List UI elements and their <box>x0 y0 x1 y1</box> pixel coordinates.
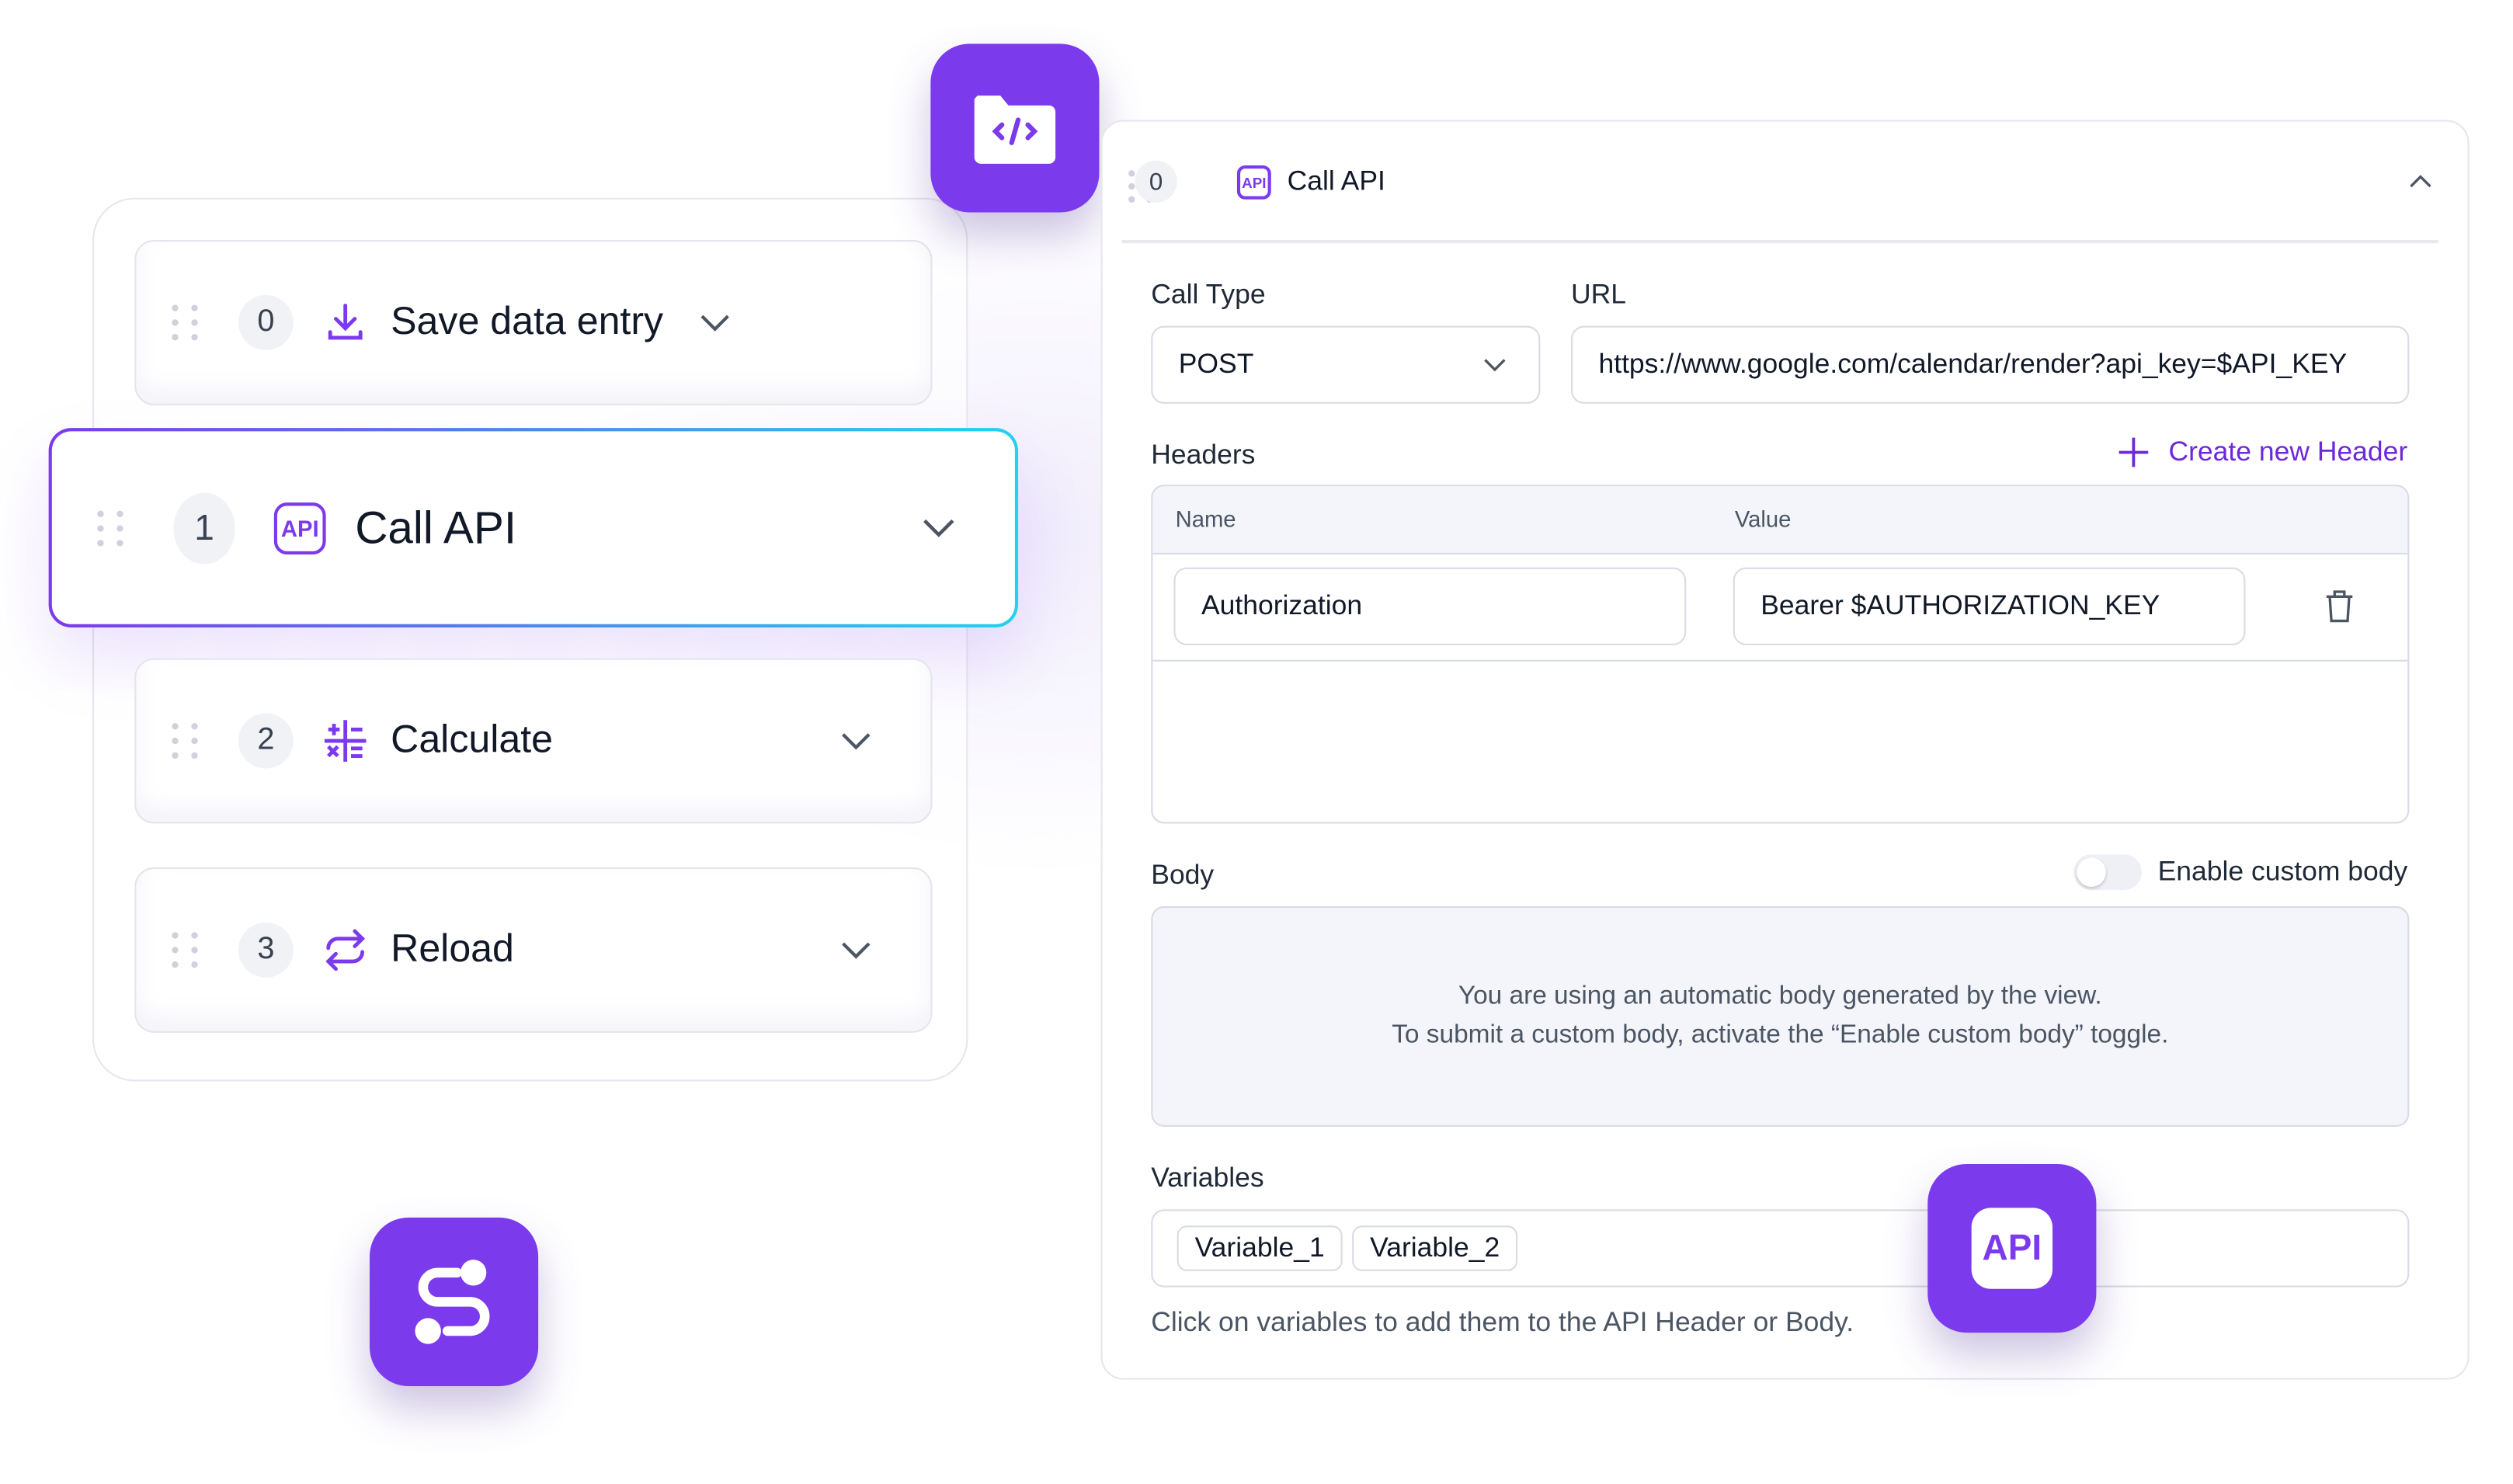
url-input[interactable]: https://www.google.com/calendar/render?a… <box>1570 325 2410 404</box>
toggle-switch[interactable] <box>2073 854 2142 891</box>
call-type-select[interactable]: POST <box>1151 325 1541 404</box>
chevron-down-icon[interactable] <box>839 732 872 751</box>
body-label: Body <box>1151 859 1215 891</box>
step-label: Save data entry <box>391 300 664 344</box>
calculator-icon <box>324 720 367 762</box>
chevron-down-icon[interactable] <box>699 313 732 332</box>
headers-label: Headers <box>1151 439 1256 471</box>
api-icon: API <box>1236 165 1271 200</box>
headers-table: Name Value Authorization Bearer $AUTHORI… <box>1151 485 2410 824</box>
step-index: 1 <box>173 492 235 564</box>
drag-handle-icon[interactable] <box>172 723 199 759</box>
create-header-label: Create new Header <box>2168 436 2408 467</box>
header-name-input[interactable]: Authorization <box>1173 567 1687 645</box>
body-message: To submit a custom body, activate the “E… <box>1392 1021 2169 1049</box>
step-label: Call API <box>355 502 517 552</box>
chevron-down-icon[interactable] <box>921 517 957 538</box>
step-index: 3 <box>238 922 294 978</box>
chevron-down-icon <box>1484 359 1506 372</box>
trash-icon[interactable] <box>2324 589 2356 624</box>
variables-hint: Click on variables to add them to the AP… <box>1151 1306 1854 1338</box>
step-index: 0 <box>238 294 294 350</box>
api-badge-text: API <box>1971 1208 2053 1289</box>
step-calculate[interactable]: 2 Calculate <box>134 658 933 824</box>
divider <box>1121 239 2438 243</box>
step-reload[interactable]: 3 Reload <box>134 867 933 1033</box>
step-index: 2 <box>238 713 294 769</box>
toggle-label: Enable custom body <box>2157 856 2408 887</box>
route-icon <box>369 1217 539 1386</box>
body-message: You are using an automatic body generate… <box>1458 982 2102 1010</box>
variables-field: Variable_1 Variable_2 <box>1151 1209 2410 1288</box>
variable-chip[interactable]: Variable_2 <box>1352 1225 1518 1271</box>
step-call-api[interactable]: 1 API Call API <box>48 428 1019 627</box>
folder-code-icon <box>930 43 1100 213</box>
create-header-button[interactable]: Create new Header <box>2117 436 2408 469</box>
enable-custom-body-toggle[interactable]: Enable custom body <box>2073 854 2408 891</box>
panel-title: Call API <box>1287 165 1385 196</box>
step-label: Calculate <box>391 718 554 763</box>
drag-handle-icon[interactable] <box>97 509 124 546</box>
column-header-value: Value <box>1734 506 1792 532</box>
column-header-name: Name <box>1175 506 1236 532</box>
call-type-label: Call Type <box>1151 279 1266 310</box>
api-icon: API <box>273 502 326 554</box>
drag-handle-icon[interactable] <box>172 304 199 341</box>
step-label: Reload <box>391 927 514 971</box>
header-value-input[interactable]: Bearer $AUTHORIZATION_KEY <box>1733 567 2246 645</box>
chevron-down-icon[interactable] <box>839 940 872 960</box>
drag-handle-icon[interactable] <box>172 932 199 968</box>
url-label: URL <box>1570 279 1626 310</box>
table-row: Authorization Bearer $AUTHORIZATION_KEY <box>1152 554 2408 662</box>
api-badge-icon: API <box>1927 1163 2097 1333</box>
call-api-panel: 0 API Call API Call Type URL POST https:… <box>1100 120 2470 1380</box>
body-area: You are using an automatic body generate… <box>1151 906 2410 1127</box>
plus-icon <box>2118 437 2148 467</box>
chevron-up-icon[interactable] <box>2409 173 2431 188</box>
variables-label: Variables <box>1151 1162 1264 1194</box>
download-icon <box>328 304 363 340</box>
reload-icon <box>325 929 366 971</box>
call-type-value: POST <box>1178 348 1254 380</box>
variable-chip[interactable]: Variable_1 <box>1177 1225 1343 1271</box>
step-save-data-entry[interactable]: 0 Save data entry <box>134 239 933 405</box>
panel-step-index: 0 <box>1135 160 1177 203</box>
